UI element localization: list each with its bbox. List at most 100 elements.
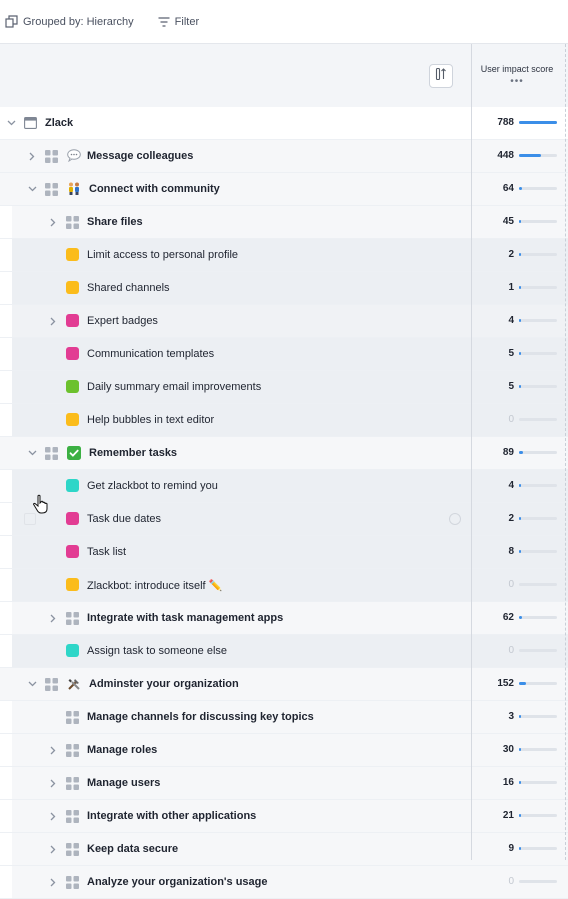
row-label: Analyze your organization's usage xyxy=(87,876,268,888)
chevron-right-icon[interactable] xyxy=(48,844,58,854)
chevron-down-icon[interactable] xyxy=(6,118,16,128)
table-row[interactable]: Remember tasks 89 xyxy=(0,437,568,470)
chevron-down-icon[interactable] xyxy=(27,448,37,458)
filter-button[interactable]: Filter xyxy=(158,16,199,28)
chevron-down-icon[interactable] xyxy=(27,184,37,194)
checkmark-icon xyxy=(67,446,81,463)
table-row[interactable]: Shared channels 1 xyxy=(0,272,568,305)
score-bar xyxy=(519,451,557,454)
score-value: 2 xyxy=(508,249,514,260)
score-value: 3 xyxy=(508,711,514,722)
table-row[interactable]: Connect with community 64 xyxy=(0,173,568,206)
row-indent xyxy=(0,239,12,271)
score-value: 5 xyxy=(508,348,514,359)
chevron-right-icon[interactable] xyxy=(48,613,58,623)
table-row[interactable]: Manage channels for discussing key topic… xyxy=(0,701,568,734)
feature-grid-icon xyxy=(66,810,79,823)
table-row[interactable]: Keep data secure 9 xyxy=(0,833,568,866)
table-row[interactable]: Manage roles 30 xyxy=(0,734,568,767)
table-row[interactable]: Task list 8 xyxy=(0,536,568,569)
feature-grid-icon xyxy=(66,216,79,229)
table-row[interactable]: Manage users 16 xyxy=(0,767,568,800)
chevron-right-icon[interactable] xyxy=(48,778,58,788)
table-row[interactable]: Message colleagues 448 xyxy=(0,140,568,173)
table-row[interactable]: Task due dates 2 xyxy=(0,503,568,536)
score-bar xyxy=(519,286,557,289)
score-bar xyxy=(519,550,557,553)
row-label: Manage users xyxy=(87,777,161,789)
table-row[interactable]: Integrate with other applications 21 xyxy=(0,800,568,833)
score-bar-fill xyxy=(519,286,521,289)
score-value: 45 xyxy=(502,216,514,227)
table-row[interactable]: Limit access to personal profile 2 xyxy=(0,239,568,272)
feature-grid-icon xyxy=(45,150,58,163)
chevron-right-icon[interactable] xyxy=(48,316,58,326)
column-menu-icon[interactable]: ••• xyxy=(474,76,560,87)
row-indent xyxy=(0,602,12,634)
row-label: Keep data secure xyxy=(87,843,179,855)
score-bar xyxy=(519,385,557,388)
score-bar-fill xyxy=(519,517,521,520)
teal-status-square xyxy=(66,479,79,492)
row-indent xyxy=(0,503,12,535)
table-row[interactable]: Share files 45 xyxy=(0,206,568,239)
table-row[interactable]: Analyze your organization's usage 0 xyxy=(0,866,568,899)
score-bar xyxy=(519,121,557,124)
score-bar xyxy=(519,715,557,718)
row-indent xyxy=(0,833,12,865)
row-label: Zlackbot: introduce itself ✏️ xyxy=(87,580,223,592)
table-row[interactable]: Help bubbles in text editor 0 xyxy=(0,404,568,437)
grouped-by-button[interactable]: Grouped by: Hierarchy xyxy=(5,15,134,28)
row-info-icon[interactable] xyxy=(449,513,461,525)
table-row[interactable]: Daily summary email improvements 5 xyxy=(0,371,568,404)
table-row[interactable]: Expert badges 4 xyxy=(0,305,568,338)
row-label: Message colleagues xyxy=(87,150,194,162)
filter-icon xyxy=(158,16,170,27)
hand-cursor-icon xyxy=(33,494,49,519)
row-indent xyxy=(0,338,12,370)
chevron-down-icon[interactable] xyxy=(27,679,37,689)
chevron-right-icon[interactable] xyxy=(48,811,58,821)
toolbar: Grouped by: Hierarchy Filter xyxy=(0,0,568,44)
table-row[interactable]: Communication templates 5 xyxy=(0,338,568,371)
feature-grid-icon xyxy=(66,777,79,790)
score-bar xyxy=(519,748,557,751)
score-bar xyxy=(519,319,557,322)
table-row[interactable]: Adminster your organization 152 xyxy=(0,668,568,701)
score-bar-fill xyxy=(519,385,521,388)
chevron-right-icon[interactable] xyxy=(48,745,58,755)
score-bar-fill xyxy=(519,682,527,685)
table-row[interactable]: Assign task to someone else 0 xyxy=(0,635,568,668)
column-divider-dashed[interactable] xyxy=(565,44,566,860)
table-row[interactable]: Zlackbot: introduce itself ✏️ 0 xyxy=(0,569,568,602)
row-indent xyxy=(0,734,12,766)
score-bar xyxy=(519,352,557,355)
row-label: Zlack xyxy=(45,117,74,129)
feature-grid-icon xyxy=(66,843,79,856)
user-impact-score-header[interactable]: User impact score ••• xyxy=(474,64,560,87)
score-bar xyxy=(519,154,557,157)
row-label: Manage roles xyxy=(87,744,158,756)
sort-button[interactable] xyxy=(429,64,453,88)
score-bar-fill xyxy=(519,616,523,619)
score-bar xyxy=(519,583,557,586)
score-bar xyxy=(519,682,557,685)
yellow-status-square xyxy=(66,248,79,261)
feature-grid-icon xyxy=(66,612,79,625)
table-row[interactable]: Zlack 788 xyxy=(0,107,568,140)
chevron-right-icon[interactable] xyxy=(48,217,58,227)
score-value: 4 xyxy=(508,480,514,491)
row-label: Share files xyxy=(87,216,143,228)
score-value: 0 xyxy=(508,579,514,590)
row-label: Remember tasks xyxy=(89,447,178,459)
hierarchy-icon xyxy=(5,15,18,28)
chevron-right-icon[interactable] xyxy=(27,151,37,161)
score-value: 2 xyxy=(508,513,514,524)
score-bar-fill xyxy=(519,715,521,718)
chevron-right-icon[interactable] xyxy=(48,877,58,887)
table-row[interactable]: Integrate with task management apps 62 xyxy=(0,602,568,635)
table-row[interactable]: Get zlackbot to remind you 4 xyxy=(0,470,568,503)
column-divider xyxy=(471,44,472,860)
row-indent xyxy=(0,470,12,502)
score-bar xyxy=(519,880,557,883)
